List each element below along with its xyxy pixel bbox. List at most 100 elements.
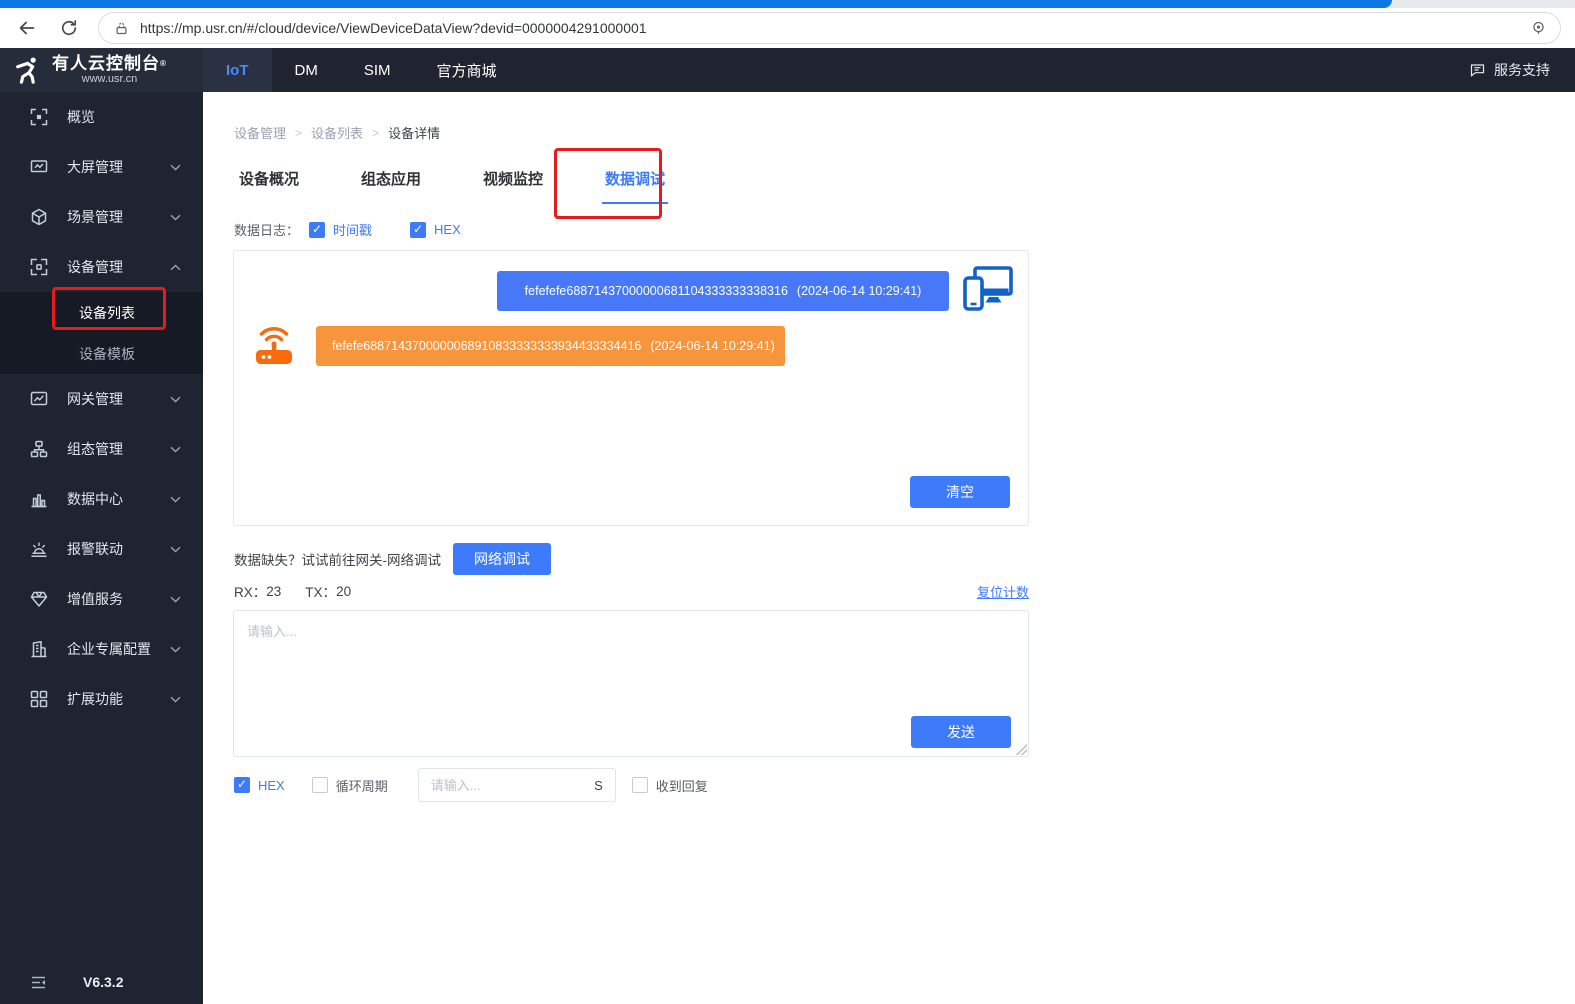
sidebar-item-label: 数据中心 — [67, 491, 123, 507]
nav-label: SIM — [363, 61, 391, 79]
sidebar-item-extensions[interactable]: 扩展功能 — [0, 674, 203, 724]
cycle-checkbox[interactable] — [311, 777, 328, 793]
counter-row: RX： 23 TX： 20 复位计数 — [234, 582, 1029, 601]
sidebar-item-big-screen[interactable]: 大屏管理 — [0, 142, 203, 192]
chevron-down-icon — [170, 546, 181, 553]
sidebar-item-overview[interactable]: 概览 — [0, 92, 203, 142]
network-debug-button[interactable]: 网络调试 — [453, 543, 551, 575]
chevron-down-icon — [170, 164, 181, 171]
extension-icon — [30, 690, 48, 708]
address-bar[interactable]: https://mp.usr.cn/#/cloud/device/ViewDev… — [98, 12, 1561, 44]
reply-label[interactable]: 收到回复 — [656, 776, 708, 795]
breadcrumb-item[interactable]: 设备管理 — [234, 123, 286, 142]
tx-value: 20 — [336, 583, 352, 599]
message-log-panel: fefefefe68871437000000681104333333338316… — [233, 250, 1029, 526]
sidebar-item-enterprise-config[interactable]: 企业专属配置 — [0, 624, 203, 674]
send-data-box: 发送 — [233, 610, 1029, 757]
sidebar-item-scene[interactable]: 场景管理 — [0, 192, 203, 242]
data-log-label: 数据日志： — [234, 223, 300, 238]
nav-item-iot[interactable]: IoT — [203, 48, 272, 92]
sidebar-item-value-added[interactable]: 增值服务 — [0, 574, 203, 624]
registered-mark: ® — [160, 59, 167, 68]
resize-handle-icon[interactable] — [1016, 744, 1027, 755]
reset-counter-link[interactable]: 复位计数 — [977, 582, 1029, 601]
sidebar-item-label: 概览 — [67, 109, 95, 125]
send-button[interactable]: 发送 — [911, 716, 1011, 748]
enterprise-icon — [30, 640, 48, 658]
browser-active-tab[interactable] — [0, 0, 1392, 8]
sidebar-item-label: 设备管理 — [67, 259, 123, 275]
overview-icon — [30, 108, 48, 126]
logo[interactable]: 有人云控制台® www.usr.cn — [0, 48, 203, 92]
service-support-label: 服务支持 — [1494, 62, 1550, 78]
tab-device-overview[interactable]: 设备概况 — [236, 168, 302, 204]
back-arrow-icon — [19, 21, 35, 35]
alarm-icon — [30, 540, 48, 558]
timestamp-label[interactable]: 时间戳 — [333, 220, 372, 239]
sidebar-item-label: 扩展功能 — [67, 691, 123, 707]
received-message-time: (2024-06-14 10:29:41) — [650, 339, 775, 353]
collapse-menu-icon[interactable] — [30, 974, 47, 991]
nav-item-sim[interactable]: SIM — [341, 48, 414, 92]
sidebar-item-label: 大屏管理 — [67, 159, 123, 175]
sent-message-time: (2024-06-14 10:29:41) — [796, 284, 922, 298]
sidebar: 概览 大屏管理 场景管理 设备管理 设备列表 设备模板 网关管理 组态管理 数据… — [0, 92, 203, 1004]
sidebar-item-configuration[interactable]: 组态管理 — [0, 424, 203, 474]
hex-send-checkbox[interactable] — [234, 777, 250, 793]
nav-label: DM — [294, 61, 318, 79]
tab-data-debug[interactable]: 数据调试 — [602, 168, 669, 204]
sidebar-item-alarm[interactable]: 报警联动 — [0, 524, 203, 574]
sidebar-item-device-list[interactable]: 设备列表 — [0, 292, 203, 333]
rx-value: 23 — [266, 583, 282, 599]
hex-log-checkbox[interactable] — [410, 221, 427, 238]
hex-log-label[interactable]: HEX — [434, 222, 461, 237]
data-center-icon — [30, 490, 48, 508]
nav-item-dm[interactable]: DM — [272, 48, 341, 92]
router-icon — [254, 322, 294, 366]
chat-icon — [1469, 62, 1486, 78]
back-button[interactable] — [15, 16, 39, 40]
nav-item-mall[interactable]: 官方商城 — [414, 48, 520, 92]
send-options-row: HEX 循环周期 S 收到回复 — [234, 768, 708, 802]
value-added-icon — [30, 590, 48, 608]
nav-label: 官方商城 — [436, 62, 497, 80]
chevron-down-icon — [170, 596, 181, 603]
sidebar-footer: V6.3.2 — [0, 960, 203, 1004]
reply-checkbox[interactable] — [631, 777, 648, 793]
sidebar-item-label: 组态管理 — [67, 441, 123, 457]
tab-configuration-app[interactable]: 组态应用 — [358, 168, 424, 204]
sidebar-item-label: 报警联动 — [67, 541, 123, 557]
app-header: 有人云控制台® www.usr.cn IoT DM SIM 官方商城 服务支持 — [0, 48, 1575, 92]
site-info-lock-icon[interactable] — [114, 21, 129, 36]
sidebar-item-data-center[interactable]: 数据中心 — [0, 474, 203, 524]
big-screen-icon — [30, 158, 48, 176]
sidebar-item-label: 网关管理 — [67, 391, 123, 407]
send-data-input[interactable] — [234, 611, 1028, 756]
received-message-hex: fefefe6887143700000068910833333333934433… — [332, 339, 642, 353]
browser-tabstrip — [0, 0, 1575, 8]
cycle-interval-input[interactable] — [430, 777, 595, 793]
cycle-unit-label: S — [594, 777, 603, 793]
sidebar-item-device-management[interactable]: 设备管理 — [0, 242, 203, 292]
breadcrumb-item[interactable]: 设备列表 — [311, 123, 363, 142]
tab-video-monitor[interactable]: 视频监控 — [480, 168, 546, 204]
breadcrumb-separator: > — [372, 125, 380, 140]
browser-toolbar: https://mp.usr.cn/#/cloud/device/ViewDev… — [0, 8, 1575, 48]
refresh-button[interactable] — [57, 16, 81, 40]
timestamp-checkbox[interactable] — [309, 221, 326, 238]
logo-texts: 有人云控制台® www.usr.cn — [52, 54, 167, 86]
cycle-label[interactable]: 循环周期 — [336, 776, 388, 795]
sidebar-item-gateway[interactable]: 网关管理 — [0, 374, 203, 424]
service-support-button[interactable]: 服务支持 — [1469, 48, 1575, 92]
chevron-down-icon — [170, 696, 181, 703]
sidebar-item-label: 增值服务 — [67, 591, 123, 607]
hex-send-label[interactable]: HEX — [258, 778, 285, 793]
url-text[interactable]: https://mp.usr.cn/#/cloud/device/ViewDev… — [140, 20, 1519, 36]
cycle-interval-field: S — [417, 768, 616, 802]
nav-label: IoT — [226, 61, 249, 79]
sent-message-bubble: fefefefe68871437000000681104333333338316… — [497, 271, 949, 311]
clear-button[interactable]: 清空 — [910, 476, 1010, 508]
sidebar-item-device-template[interactable]: 设备模板 — [0, 333, 203, 374]
target-icon[interactable] — [1530, 20, 1547, 37]
top-nav: IoT DM SIM 官方商城 — [203, 48, 520, 92]
